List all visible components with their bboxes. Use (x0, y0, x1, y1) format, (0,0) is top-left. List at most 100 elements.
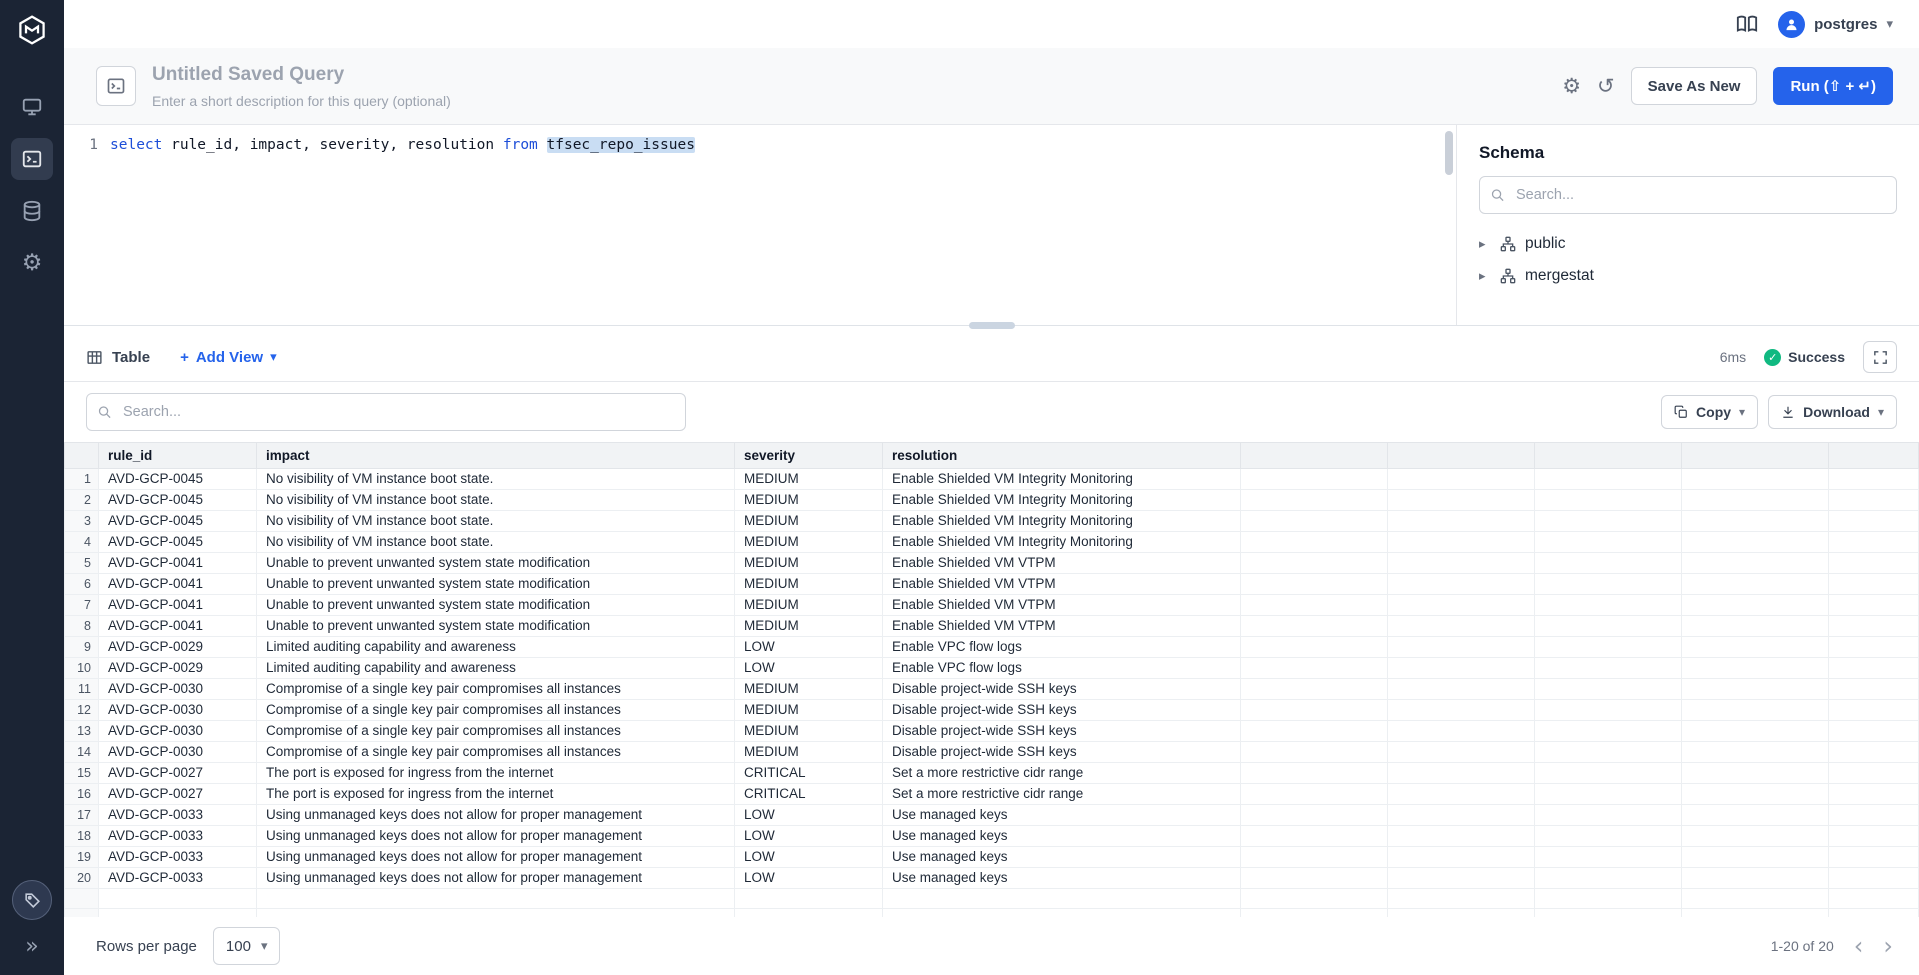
table-row[interactable]: 6AVD-GCP-0041Unable to prevent unwanted … (65, 574, 1919, 595)
table-cell[interactable]: MEDIUM (735, 469, 883, 490)
table-cell[interactable]: LOW (735, 847, 883, 868)
mergestat-logo-icon[interactable] (16, 14, 48, 51)
table-row[interactable]: 3AVD-GCP-0045No visibility of VM instanc… (65, 511, 1919, 532)
table-cell[interactable]: AVD-GCP-0045 (99, 532, 257, 553)
query-title[interactable]: Untitled Saved Query (152, 64, 451, 86)
table-cell[interactable]: Disable project-wide SSH keys (883, 679, 1241, 700)
table-cell[interactable]: AVD-GCP-0041 (99, 595, 257, 616)
table-cell[interactable]: Compromise of a single key pair compromi… (257, 700, 735, 721)
table-cell[interactable]: AVD-GCP-0041 (99, 553, 257, 574)
table-cell[interactable]: Enable Shielded VM VTPM (883, 553, 1241, 574)
query-description[interactable]: Enter a short description for this query… (152, 93, 451, 109)
table-cell[interactable]: AVD-GCP-0033 (99, 868, 257, 889)
table-cell[interactable]: CRITICAL (735, 784, 883, 805)
table-cell[interactable]: LOW (735, 868, 883, 889)
divider-drag-handle[interactable] (969, 322, 1015, 329)
table-cell[interactable]: AVD-GCP-0030 (99, 700, 257, 721)
sql-code[interactable]: select rule_id, impact, severity, resolu… (110, 137, 695, 325)
table-cell[interactable]: MEDIUM (735, 616, 883, 637)
table-cell[interactable]: LOW (735, 637, 883, 658)
schema-search-input[interactable] (1479, 176, 1897, 214)
table-cell[interactable]: AVD-GCP-0029 (99, 637, 257, 658)
table-row[interactable]: 7AVD-GCP-0041Unable to prevent unwanted … (65, 595, 1919, 616)
results-search-input[interactable] (86, 393, 686, 431)
table-cell[interactable]: Set a more restrictive cidr range (883, 784, 1241, 805)
table-row[interactable]: 1AVD-GCP-0045No visibility of VM instanc… (65, 469, 1919, 490)
table-cell[interactable]: MEDIUM (735, 490, 883, 511)
table-row[interactable]: 14AVD-GCP-0030Compromise of a single key… (65, 742, 1919, 763)
table-cell[interactable]: AVD-GCP-0027 (99, 763, 257, 784)
table-cell[interactable]: AVD-GCP-0030 (99, 679, 257, 700)
table-cell[interactable]: AVD-GCP-0030 (99, 742, 257, 763)
expand-sidebar-icon[interactable]: » (25, 934, 38, 959)
table-cell[interactable]: Enable Shielded VM Integrity Monitoring (883, 469, 1241, 490)
table-cell[interactable]: Compromise of a single key pair compromi… (257, 679, 735, 700)
chevron-right-icon[interactable]: ▸ (1479, 269, 1491, 284)
table-cell[interactable]: AVD-GCP-0033 (99, 805, 257, 826)
table-row[interactable]: 11AVD-GCP-0030Compromise of a single key… (65, 679, 1919, 700)
table-cell[interactable]: AVD-GCP-0045 (99, 469, 257, 490)
table-cell[interactable]: Unable to prevent unwanted system state … (257, 574, 735, 595)
table-cell[interactable]: Unable to prevent unwanted system state … (257, 616, 735, 637)
table-cell[interactable]: No visibility of VM instance boot state. (257, 469, 735, 490)
table-cell[interactable]: Enable VPC flow logs (883, 658, 1241, 679)
table-cell[interactable]: Disable project-wide SSH keys (883, 700, 1241, 721)
table-cell[interactable]: AVD-GCP-0045 (99, 511, 257, 532)
table-cell[interactable]: Enable VPC flow logs (883, 637, 1241, 658)
table-cell[interactable]: Enable Shielded VM Integrity Monitoring (883, 532, 1241, 553)
table-row[interactable]: 5AVD-GCP-0041Unable to prevent unwanted … (65, 553, 1919, 574)
schema-item-public[interactable]: ▸public (1479, 228, 1897, 260)
table-cell[interactable]: LOW (735, 826, 883, 847)
table-cell[interactable]: Use managed keys (883, 805, 1241, 826)
table-row[interactable]: 19AVD-GCP-0033Using unmanaged keys does … (65, 847, 1919, 868)
sql-editor[interactable]: 1 select rule_id, impact, severity, reso… (64, 125, 1456, 325)
table-cell[interactable]: Use managed keys (883, 847, 1241, 868)
database-nav-icon[interactable] (11, 190, 53, 232)
table-cell[interactable]: AVD-GCP-0033 (99, 826, 257, 847)
table-row[interactable]: 15AVD-GCP-0027The port is exposed for in… (65, 763, 1919, 784)
tab-table-view[interactable]: Table (86, 349, 150, 366)
table-cell[interactable]: CRITICAL (735, 763, 883, 784)
table-row[interactable]: 2AVD-GCP-0045No visibility of VM instanc… (65, 490, 1919, 511)
column-header-resolution[interactable]: resolution (883, 443, 1241, 469)
table-cell[interactable]: Use managed keys (883, 868, 1241, 889)
table-cell[interactable]: MEDIUM (735, 595, 883, 616)
table-row[interactable]: 17AVD-GCP-0033Using unmanaged keys does … (65, 805, 1919, 826)
table-cell[interactable]: Limited auditing capability and awarenes… (257, 658, 735, 679)
table-cell[interactable]: Unable to prevent unwanted system state … (257, 595, 735, 616)
table-cell[interactable]: MEDIUM (735, 532, 883, 553)
table-cell[interactable]: Use managed keys (883, 826, 1241, 847)
table-cell[interactable]: MEDIUM (735, 742, 883, 763)
table-cell[interactable]: Disable project-wide SSH keys (883, 721, 1241, 742)
table-cell[interactable]: Enable Shielded VM VTPM (883, 595, 1241, 616)
table-cell[interactable]: MEDIUM (735, 574, 883, 595)
table-cell[interactable]: The port is exposed for ingress from the… (257, 784, 735, 805)
table-cell[interactable]: Using unmanaged keys does not allow for … (257, 805, 735, 826)
table-cell[interactable]: AVD-GCP-0041 (99, 574, 257, 595)
editor-scrollbar[interactable] (1445, 131, 1453, 175)
save-as-new-button[interactable]: Save As New (1631, 67, 1758, 105)
schema-item-mergestat[interactable]: ▸mergestat (1479, 260, 1897, 292)
table-row[interactable]: 9AVD-GCP-0029Limited auditing capability… (65, 637, 1919, 658)
table-cell[interactable]: Enable Shielded VM VTPM (883, 616, 1241, 637)
next-page-button[interactable]: › (1883, 934, 1893, 958)
table-row[interactable]: 12AVD-GCP-0030Compromise of a single key… (65, 700, 1919, 721)
table-row[interactable]: 13AVD-GCP-0030Compromise of a single key… (65, 721, 1919, 742)
column-header-rule_id[interactable]: rule_id (99, 443, 257, 469)
copy-button[interactable]: Copy ▾ (1661, 395, 1758, 429)
expand-results-button[interactable] (1863, 341, 1897, 373)
table-cell[interactable]: AVD-GCP-0045 (99, 490, 257, 511)
table-cell[interactable]: Disable project-wide SSH keys (883, 742, 1241, 763)
table-cell[interactable]: Using unmanaged keys does not allow for … (257, 847, 735, 868)
table-cell[interactable]: Limited auditing capability and awarenes… (257, 637, 735, 658)
table-cell[interactable]: MEDIUM (735, 700, 883, 721)
table-row[interactable]: 8AVD-GCP-0041Unable to prevent unwanted … (65, 616, 1919, 637)
table-cell[interactable]: Set a more restrictive cidr range (883, 763, 1241, 784)
table-cell[interactable]: MEDIUM (735, 721, 883, 742)
table-cell[interactable]: LOW (735, 805, 883, 826)
queries-nav-icon[interactable] (11, 138, 53, 180)
table-cell[interactable]: Enable Shielded VM Integrity Monitoring (883, 490, 1241, 511)
table-cell[interactable]: AVD-GCP-0027 (99, 784, 257, 805)
table-cell[interactable]: Enable Shielded VM Integrity Monitoring (883, 511, 1241, 532)
column-header-impact[interactable]: impact (257, 443, 735, 469)
